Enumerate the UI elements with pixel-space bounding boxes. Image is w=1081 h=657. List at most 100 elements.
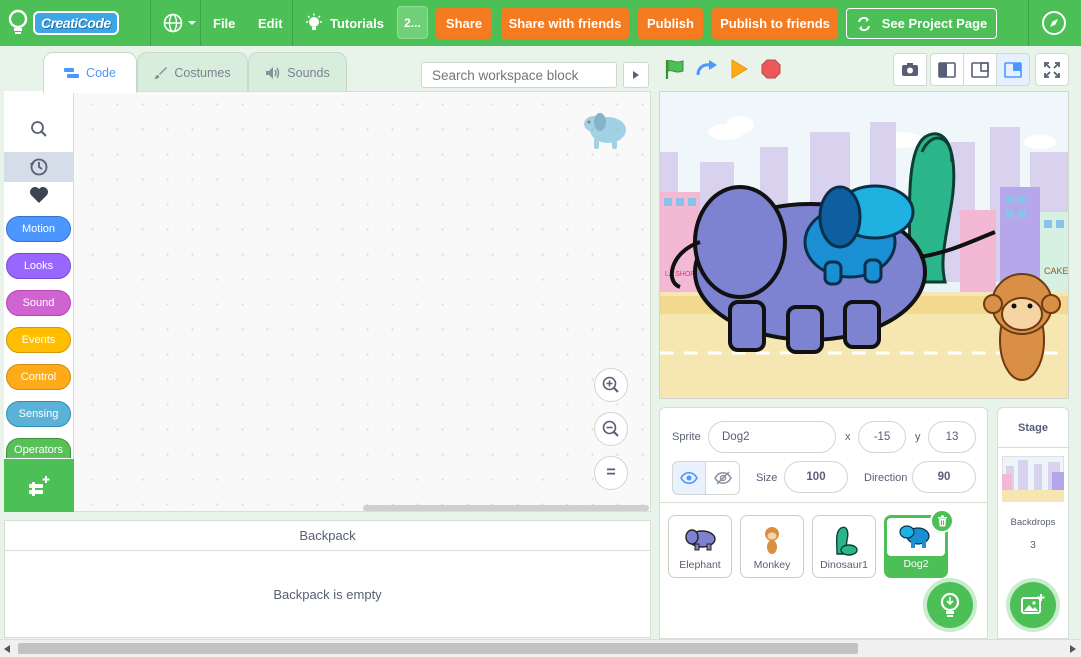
- choose-backdrop-button[interactable]: [1010, 582, 1056, 628]
- image-add-icon: [1021, 594, 1045, 614]
- choose-sprite-button[interactable]: [927, 582, 973, 628]
- compass-icon: [1042, 11, 1066, 35]
- sprite-tile-dinosaur1[interactable]: Dinosaur1: [812, 515, 876, 578]
- edit-menu[interactable]: Edit: [258, 0, 283, 46]
- backpack-panel: Backpack Backpack is empty: [4, 520, 651, 638]
- turbo-redo-icon[interactable]: [695, 58, 719, 80]
- medium-stage-button[interactable]: [963, 53, 997, 86]
- stop-icon[interactable]: [761, 59, 781, 79]
- see-project-page-label: See Project Page: [881, 16, 988, 31]
- see-project-page-button[interactable]: See Project Page: [846, 8, 997, 39]
- size-input[interactable]: 100: [784, 461, 848, 493]
- scroll-left-icon[interactable]: [3, 644, 11, 654]
- medium-stage-icon: [971, 61, 989, 78]
- palette-search-button[interactable]: [4, 111, 74, 147]
- globe-icon: [163, 13, 183, 33]
- add-extension-button[interactable]: [4, 459, 74, 512]
- publish-to-friends-button[interactable]: Publish to friends: [712, 8, 838, 39]
- hide-sprite-button[interactable]: [706, 461, 740, 495]
- tab-code[interactable]: Code: [43, 52, 137, 93]
- share-button[interactable]: Share: [436, 8, 492, 39]
- tutorials-menu[interactable]: Tutorials: [304, 0, 384, 46]
- backdrops-label: Backdrops: [1010, 517, 1056, 528]
- workspace-horizontal-scrollbar[interactable]: [363, 505, 649, 511]
- project-title-badge[interactable]: 2...: [397, 6, 428, 39]
- top-menu-bar: CreatiCode File Edit Tutorials 2... Shar…: [0, 0, 1081, 46]
- x-label: x: [845, 431, 851, 443]
- explore-button[interactable]: [1041, 0, 1067, 46]
- paintbrush-icon: [154, 66, 168, 79]
- add-extension-icon: [29, 475, 50, 496]
- sync-icon: [857, 16, 870, 31]
- scrollbar-thumb[interactable]: [18, 643, 858, 654]
- category-control[interactable]: Control: [6, 364, 71, 390]
- sprite-tile-monkey[interactable]: Monkey: [740, 515, 804, 578]
- logo-text: CreatiCode: [33, 11, 119, 35]
- green-flag-icon[interactable]: [664, 58, 686, 80]
- globe-menu-logo[interactable]: [8, 0, 28, 46]
- category-motion[interactable]: Motion: [6, 216, 71, 242]
- category-events[interactable]: Events: [6, 327, 71, 353]
- creaticode-logo[interactable]: CreatiCode: [33, 0, 119, 46]
- small-stage-icon: [938, 61, 956, 78]
- heart-icon: [30, 187, 48, 203]
- sprite-tile-elephant[interactable]: Elephant: [668, 515, 732, 578]
- small-stage-button[interactable]: [930, 53, 964, 86]
- dinosaur-thumbnail: [835, 526, 858, 556]
- category-sensing[interactable]: Sensing: [6, 401, 71, 427]
- zoom-in-icon: [602, 376, 619, 393]
- direction-input[interactable]: 90: [912, 461, 976, 493]
- palette-history-button[interactable]: [4, 152, 74, 182]
- lightbulb-add-icon: [940, 592, 960, 617]
- eye-icon: [680, 472, 698, 484]
- fullscreen-button[interactable]: [1035, 53, 1069, 86]
- backdrop-thumbnail: [1002, 456, 1064, 502]
- zoom-out-button[interactable]: [594, 412, 628, 446]
- monkey-thumbnail: [765, 527, 779, 554]
- tab-costumes-label: Costumes: [174, 65, 231, 80]
- large-stage-button[interactable]: [996, 53, 1030, 86]
- x-position-input[interactable]: -15: [858, 421, 906, 453]
- show-sprite-button[interactable]: [672, 461, 706, 495]
- file-menu[interactable]: File: [213, 0, 235, 46]
- run-icon[interactable]: [729, 59, 749, 79]
- zoom-out-icon: [602, 420, 619, 437]
- sprite-tile-label: Dog2: [903, 558, 929, 570]
- search-go-button[interactable]: [623, 62, 649, 88]
- category-sound[interactable]: Sound: [6, 290, 71, 316]
- search-icon: [31, 121, 47, 137]
- speaker-icon: [266, 66, 280, 79]
- publish-button[interactable]: Publish: [638, 8, 703, 39]
- size-label: Size: [756, 472, 778, 484]
- category-operators[interactable]: Operators: [6, 438, 71, 458]
- sprite-tile-label: Elephant: [679, 559, 721, 571]
- sprite-name-label: Sprite: [672, 431, 701, 443]
- dog-thumbnail: [899, 525, 930, 548]
- delete-sprite-button[interactable]: [930, 509, 954, 533]
- search-workspace-input[interactable]: [421, 62, 617, 88]
- elephant-thumbnail: [685, 529, 716, 551]
- page-horizontal-scrollbar[interactable]: [0, 639, 1081, 657]
- stage-canvas[interactable]: LA SHOP CAKE: [659, 91, 1069, 399]
- backpack-header[interactable]: Backpack: [5, 521, 650, 551]
- history-icon: [30, 158, 48, 176]
- zoom-in-button[interactable]: [594, 368, 628, 402]
- palette-favorites-button[interactable]: [4, 183, 74, 207]
- y-position-input[interactable]: 13: [928, 421, 976, 453]
- tab-costumes[interactable]: Costumes: [137, 52, 248, 92]
- sprite-name-input[interactable]: Dog2: [708, 421, 836, 453]
- tutorials-label: Tutorials: [330, 15, 384, 31]
- stage-panel-title: Stage: [998, 408, 1068, 448]
- share-with-friends-button[interactable]: Share with friends: [501, 8, 629, 39]
- language-menu[interactable]: [163, 0, 197, 46]
- backdrops-count: 3: [1030, 540, 1036, 551]
- zoom-reset-button[interactable]: =: [594, 456, 628, 490]
- tab-sounds[interactable]: Sounds: [248, 52, 347, 92]
- screenshot-button[interactable]: [893, 53, 927, 86]
- scroll-right-icon[interactable]: [1069, 644, 1077, 654]
- trash-icon: [937, 515, 947, 527]
- sprite-tile-label: Monkey: [753, 559, 791, 571]
- backpack-empty-text: Backpack is empty: [273, 587, 382, 602]
- category-looks[interactable]: Looks: [6, 253, 71, 279]
- code-workspace[interactable]: [4, 91, 651, 512]
